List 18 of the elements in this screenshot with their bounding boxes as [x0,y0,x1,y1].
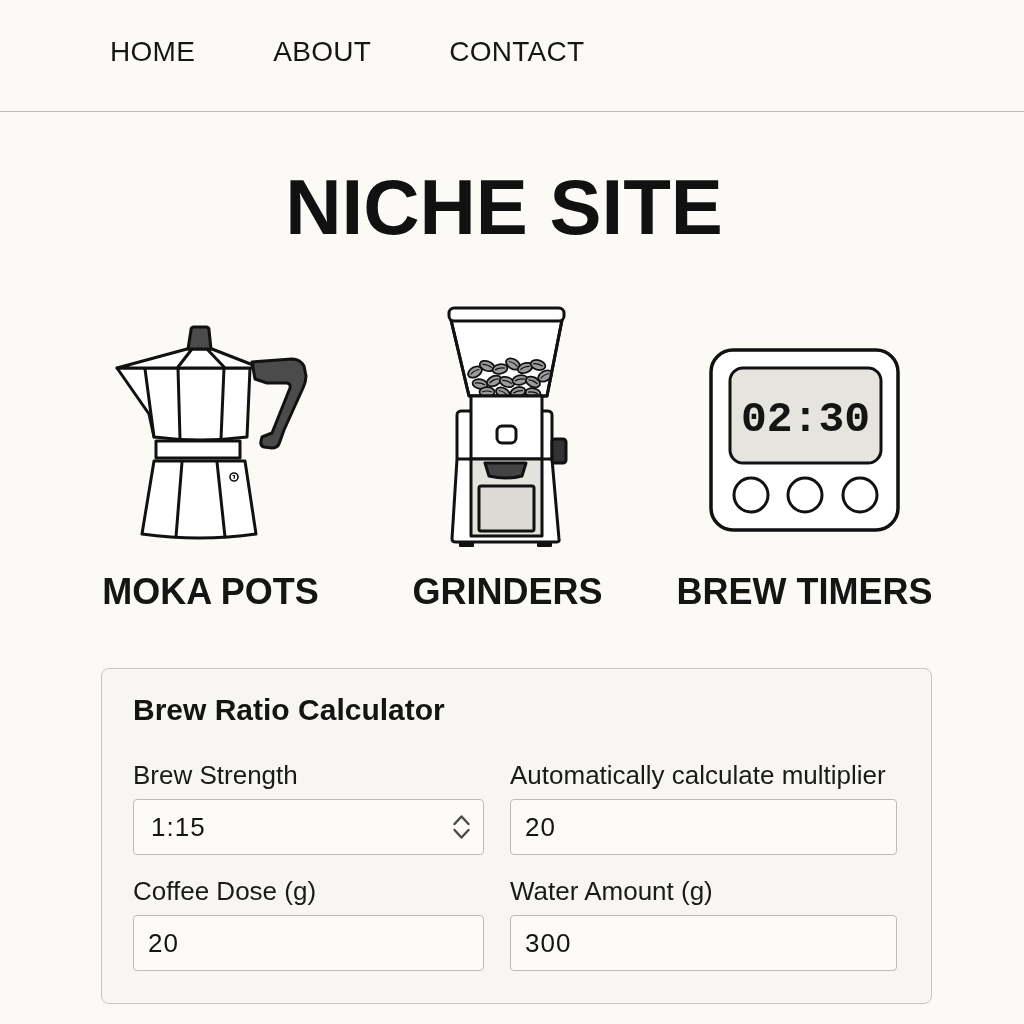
timer-display-text: 02:30 [741,395,870,444]
input-field[interactable]: 20 [510,799,897,856]
select-field[interactable]: 1:15 [133,799,484,856]
nav-link[interactable]: ABOUT [273,37,372,66]
field-label: Water Amount (g) [510,876,714,908]
input-field[interactable]: 300 [510,915,897,972]
calculator-title: Brew Ratio Calculator [133,692,446,728]
category-label: MOKA POTS [102,574,319,610]
field-label: Coffee Dose (g) [133,876,318,908]
category-label: GRINDERS [412,574,603,610]
nav-link[interactable]: HOME [110,37,196,66]
input-field[interactable]: 20 [133,915,484,972]
up-down-chevron-icon [452,814,471,841]
field-label: Brew Strength [133,760,299,792]
site-title: NICHE SITE [284,168,724,246]
category-label: BREW TIMERS [676,574,933,610]
nav-link[interactable]: CONTACT [449,37,585,66]
field-label: Automatically calculate multiplier [510,760,887,792]
